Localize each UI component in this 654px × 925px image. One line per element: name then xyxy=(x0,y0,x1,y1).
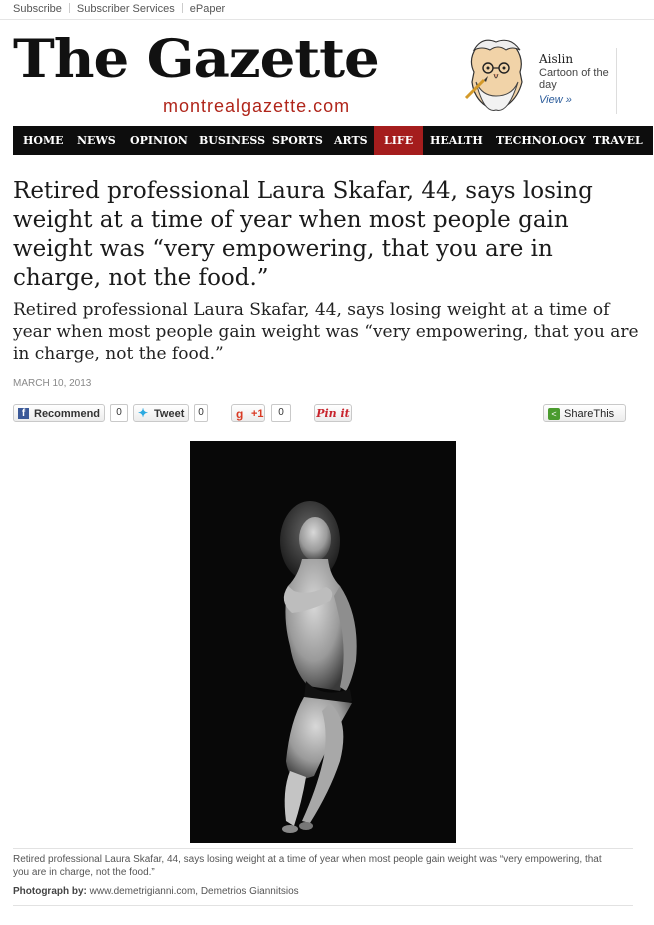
nav-item-arts[interactable]: ARTS xyxy=(334,126,368,155)
google-plus-icon: g xyxy=(236,407,244,421)
nav-item-home[interactable]: HOME xyxy=(23,126,64,155)
divider xyxy=(616,48,617,114)
share-icon: < xyxy=(548,408,560,420)
divider xyxy=(68,3,70,13)
site-url[interactable]: montrealgazette.com xyxy=(163,96,350,117)
top-links: Subscribe Subscriber Services ePaper xyxy=(13,3,225,15)
epaper-link[interactable]: ePaper xyxy=(190,3,225,15)
pin-it-label: Pin it xyxy=(316,407,350,420)
photo-credit-label: Photograph by: xyxy=(13,886,87,897)
photo-caption: Retired professional Laura Skafar, 44, s… xyxy=(13,854,602,878)
subscriber-services-link[interactable]: Subscriber Services xyxy=(77,3,175,15)
article-date: MARCH 10, 2013 xyxy=(13,378,92,389)
tweet-count: 0 xyxy=(194,404,208,422)
google-plus-one-label: +1 xyxy=(251,408,264,420)
nav-item-health[interactable]: HEALTH xyxy=(430,126,483,155)
divider xyxy=(13,848,633,849)
nav-item-news[interactable]: NEWS xyxy=(77,126,116,155)
article-subhead: Retired professional Laura Skafar, 44, s… xyxy=(13,300,639,364)
nav-item-opinion[interactable]: OPINION xyxy=(130,126,188,155)
google-plus-one-button[interactable]: g +1 xyxy=(231,404,265,422)
share-bar: f Recommend 0 ✦ Tweet 0 g +1 0 Pin it < … xyxy=(13,404,653,424)
sharethis-label: ShareThis xyxy=(564,408,615,420)
nav-item-technology[interactable]: TECHNOLOGY xyxy=(496,126,586,155)
tweet-button[interactable]: ✦ Tweet xyxy=(133,404,189,422)
facebook-recommend-label: Recommend xyxy=(34,408,101,420)
divider xyxy=(13,905,633,906)
pinterest-pin-button[interactable]: Pin it xyxy=(314,404,352,422)
aislin-title[interactable]: Aislin xyxy=(539,52,573,66)
tweet-label: Tweet xyxy=(154,408,185,420)
subscribe-link[interactable]: Subscribe xyxy=(13,3,62,15)
article-headline: Retired professional Laura Skafar, 44, s… xyxy=(13,178,593,291)
nav-item-life[interactable]: LIFE xyxy=(374,126,424,155)
facebook-icon: f xyxy=(18,408,29,419)
aislin-view-link[interactable]: View » xyxy=(539,94,572,106)
photo-credit: Photograph by: www.demetrigianni.com, De… xyxy=(13,886,299,897)
aislin-subtitle: Cartoon of the day xyxy=(539,67,609,91)
google-plus-count: 0 xyxy=(271,404,291,422)
aislin-cartoon-thumbnail[interactable] xyxy=(462,38,530,114)
aislin-promo[interactable]: Aislin Cartoon of the day View » xyxy=(462,38,612,120)
divider xyxy=(0,19,654,20)
nav-item-sports[interactable]: SPORTS xyxy=(272,126,323,155)
divider xyxy=(181,3,183,13)
photo-credit-value: www.demetrigianni.com, Demetrios Giannit… xyxy=(89,886,299,897)
twitter-bird-icon: ✦ xyxy=(138,406,149,420)
nav-item-business[interactable]: BUSINESS xyxy=(199,126,265,155)
site-logo[interactable]: The Gazette xyxy=(13,30,380,90)
nav-item-travel[interactable]: TRAVEL xyxy=(593,126,643,155)
sharethis-button[interactable]: < ShareThis xyxy=(543,404,626,422)
facebook-count: 0 xyxy=(110,404,128,422)
article-photo[interactable] xyxy=(190,441,456,843)
facebook-recommend-button[interactable]: f Recommend xyxy=(13,404,105,422)
article-photo-image xyxy=(190,441,456,843)
main-nav: HOME NEWS OPINION BUSINESS SPORTS ARTS L… xyxy=(13,126,653,155)
